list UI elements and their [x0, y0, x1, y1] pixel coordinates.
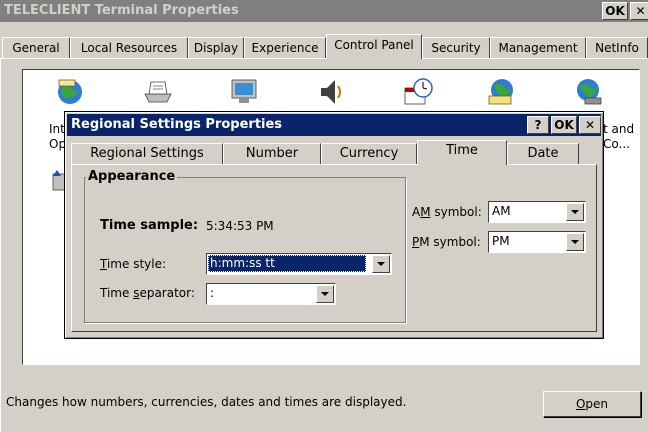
internet-options-icon[interactable]	[53, 76, 87, 108]
outer-tab-general[interactable]: General	[2, 37, 70, 59]
regional-settings-dialog: Regional Settings Properties ? OK ✕ Regi…	[64, 111, 604, 339]
time-style-label: Time style:	[100, 257, 166, 271]
time-separator-label-rest: eparator:	[139, 286, 195, 300]
dialog-tab-date[interactable]: Date	[507, 143, 579, 165]
sound-icon[interactable]	[313, 76, 347, 108]
outer-tab-management[interactable]: Management	[490, 37, 586, 59]
printer-icon[interactable]	[141, 76, 175, 108]
pm-symbol-value: PM	[492, 234, 510, 248]
date-time-icon[interactable]	[401, 76, 435, 108]
time-style-label-text: ime style:	[106, 257, 167, 271]
dialog-ok-button[interactable]: OK	[551, 116, 577, 134]
outer-close-button[interactable]: ✕	[630, 2, 648, 20]
outer-tab-netinfo[interactable]: NetInfo	[586, 37, 648, 59]
open-button-mnemonic: O	[575, 397, 586, 411]
pm-symbol-label: PM symbol:	[412, 235, 481, 249]
dialog-tab-time[interactable]: Time	[417, 140, 507, 165]
am-symbol-dropdown-icon[interactable]	[566, 203, 584, 221]
display-icon[interactable]	[227, 76, 261, 108]
am-symbol-label-pre: A	[412, 205, 421, 219]
screen: { "outer_window": { "title": "TELECLIENT…	[0, 0, 648, 432]
outer-tab-local-resources[interactable]: Local Resources	[70, 37, 188, 59]
dialog-tab-regional-settings[interactable]: Regional Settings	[71, 143, 223, 165]
am-symbol-value: AM	[492, 204, 511, 218]
internet-options-label-line1: Int	[49, 122, 65, 136]
am-symbol-label-rest: symbol:	[430, 205, 482, 219]
dialog-tab-number[interactable]: Number	[223, 143, 321, 165]
time-tab-page: Appearance Time sample: 5:34:53 PM Time …	[71, 164, 597, 332]
outer-title-bar: TELECLIENT Terminal Properties OK ✕	[0, 0, 648, 22]
time-style-value: h:mm:ss tt	[208, 255, 366, 272]
regional-settings-icon[interactable]	[485, 76, 519, 108]
network-label-line2: Co...	[603, 137, 630, 151]
time-style-mnemonic: T	[100, 257, 107, 271]
outer-tab-display[interactable]: Display	[188, 37, 244, 59]
network-label-line1: t and	[603, 122, 635, 136]
open-button[interactable]: Open	[543, 391, 641, 417]
time-separator-label-pre: Time	[100, 286, 134, 300]
time-sample-label: Time sample:	[100, 218, 199, 233]
dialog-title-bar: Regional Settings Properties ? OK ✕	[67, 114, 601, 136]
time-sample-value: 5:34:53 PM	[206, 219, 274, 233]
pm-symbol-dropdown-icon[interactable]	[566, 233, 584, 251]
pm-symbol-label-rest: M symbol:	[419, 235, 481, 249]
am-symbol-mnemonic: M	[420, 205, 431, 219]
time-separator-label: Time separator:	[100, 286, 195, 300]
outer-tab-security[interactable]: Security	[422, 37, 490, 59]
dialog-close-button[interactable]: ✕	[579, 116, 601, 134]
pm-symbol-combo[interactable]: PM	[488, 231, 586, 253]
outer-ok-button[interactable]: OK	[602, 2, 628, 20]
am-symbol-label: AM symbol:	[412, 205, 482, 219]
outer-window-title: TELECLIENT Terminal Properties	[4, 3, 239, 18]
am-symbol-combo[interactable]: AM	[488, 201, 586, 223]
outer-tab-control-panel[interactable]: Control Panel	[326, 34, 422, 59]
time-style-combo[interactable]: h:mm:ss tt	[206, 253, 392, 275]
open-button-label: pen	[585, 397, 609, 411]
item-description: Changes how numbers, currencies, dates a…	[6, 395, 407, 409]
time-style-dropdown-icon[interactable]	[372, 255, 390, 273]
dialog-tab-currency[interactable]: Currency	[321, 143, 417, 165]
time-separator-dropdown-icon[interactable]	[316, 285, 334, 303]
network-icon[interactable]	[571, 76, 605, 108]
dialog-title: Regional Settings Properties	[71, 117, 283, 132]
outer-tab-experience[interactable]: Experience	[244, 37, 326, 59]
help-button[interactable]: ?	[527, 116, 549, 134]
time-separator-value: :	[210, 286, 215, 300]
time-separator-combo[interactable]: :	[206, 283, 336, 305]
appearance-legend: Appearance	[86, 169, 178, 184]
